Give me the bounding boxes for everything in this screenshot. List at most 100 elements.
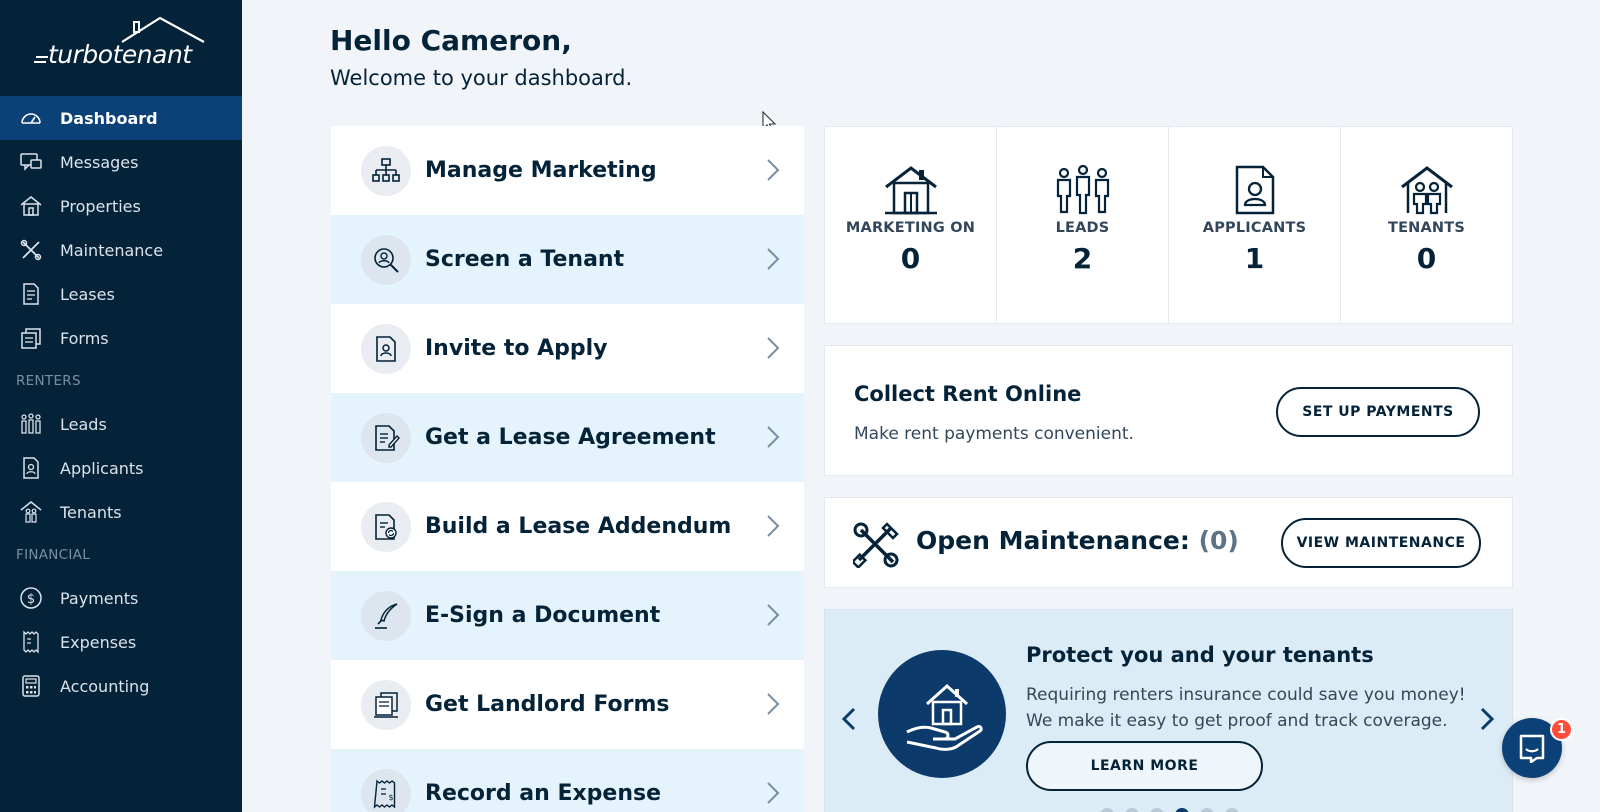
action-label: Manage Marketing bbox=[425, 158, 657, 183]
promo-text-line: We make it easy to get proof and track c… bbox=[1026, 711, 1448, 731]
action-label: Record an Expense bbox=[425, 781, 662, 806]
sidebar-item-label: Expenses bbox=[60, 632, 137, 652]
forms-icon bbox=[18, 325, 44, 351]
stat-applicants[interactable]: APPLICANTS 1 bbox=[1169, 127, 1341, 323]
financial-section-heading: FINANCIAL bbox=[16, 547, 91, 563]
action-get-landlord-forms[interactable]: Get Landlord Forms bbox=[331, 660, 804, 749]
tools-icon bbox=[853, 522, 899, 568]
dashboard-icon bbox=[18, 105, 44, 131]
carousel-dot[interactable] bbox=[1100, 808, 1114, 812]
carousel-dot-active[interactable] bbox=[1175, 808, 1189, 812]
tenants-icon bbox=[18, 499, 44, 525]
sidebar: turbotenant Dashboard Messages Propertie… bbox=[0, 0, 242, 812]
carousel-dots bbox=[1100, 808, 1239, 812]
sidebar-item-label: Maintenance bbox=[60, 240, 164, 260]
sidebar-item-payments[interactable]: $ Payments bbox=[0, 576, 242, 620]
chat-icon bbox=[1519, 734, 1545, 763]
house-icon bbox=[825, 165, 996, 217]
turbotenant-logo[interactable]: turbotenant bbox=[0, 0, 242, 96]
learn-more-button[interactable]: LEARN MORE bbox=[1026, 741, 1263, 791]
applicant-card-icon bbox=[361, 323, 411, 374]
set-up-payments-button[interactable]: SET UP PAYMENTS bbox=[1276, 387, 1480, 437]
leads-icon bbox=[18, 411, 44, 437]
people-icon bbox=[997, 165, 1168, 217]
promo-text-line: Requiring renters insurance could save y… bbox=[1026, 685, 1466, 705]
sidebar-item-label: Dashboard bbox=[60, 108, 158, 128]
action-invite-to-apply[interactable]: Invite to Apply bbox=[331, 304, 804, 393]
collect-rent-title: Collect Rent Online bbox=[854, 382, 1082, 406]
welcome-subtitle: Welcome to your dashboard. bbox=[330, 66, 633, 90]
promo-title: Protect you and your tenants bbox=[1026, 643, 1374, 667]
sidebar-item-forms[interactable]: Forms bbox=[0, 316, 242, 360]
maintenance-icon bbox=[18, 237, 44, 263]
carousel-dot[interactable] bbox=[1225, 808, 1239, 812]
leases-icon bbox=[18, 281, 44, 307]
expenses-icon bbox=[18, 629, 44, 655]
renters-section-heading: RENTERS bbox=[16, 373, 81, 389]
carousel-prev-icon[interactable] bbox=[841, 706, 857, 732]
carousel-dot[interactable] bbox=[1125, 808, 1139, 812]
sidebar-item-messages[interactable]: Messages bbox=[0, 140, 242, 184]
sidebar-item-label: Applicants bbox=[60, 458, 144, 478]
action-label: Get a Lease Agreement bbox=[425, 425, 716, 450]
chevron-right-icon bbox=[767, 604, 780, 626]
sidebar-item-dashboard[interactable]: Dashboard bbox=[0, 96, 242, 140]
action-label: Invite to Apply bbox=[425, 336, 608, 361]
greeting-title: Hello Cameron, bbox=[330, 24, 572, 57]
sidebar-item-properties[interactable]: Properties bbox=[0, 184, 242, 228]
open-maintenance-count: (0) bbox=[1198, 526, 1239, 555]
action-label: Build a Lease Addendum bbox=[425, 514, 732, 539]
chevron-right-icon bbox=[767, 426, 780, 448]
logo-text: turbotenant bbox=[48, 40, 192, 69]
addendum-document-icon bbox=[361, 501, 411, 552]
sidebar-item-applicants[interactable]: Applicants bbox=[0, 446, 242, 490]
view-maintenance-button[interactable]: VIEW MAINTENANCE bbox=[1281, 518, 1481, 568]
quill-pen-icon bbox=[361, 590, 411, 641]
carousel-dot[interactable] bbox=[1200, 808, 1214, 812]
chat-notification-badge: 1 bbox=[1550, 718, 1573, 741]
promo-text: Requiring renters insurance could save y… bbox=[1026, 682, 1466, 734]
open-maintenance-title: Open Maintenance: (0) bbox=[916, 526, 1239, 555]
sidebar-item-leases[interactable]: Leases bbox=[0, 272, 242, 316]
carousel-next-icon[interactable] bbox=[1479, 706, 1495, 732]
action-label: Get Landlord Forms bbox=[425, 692, 670, 717]
renters-insurance-promo: Protect you and your tenants Requiring r… bbox=[824, 609, 1513, 812]
stat-label: APPLICANTS bbox=[1202, 220, 1307, 236]
action-record-expense[interactable]: $ Record an Expense bbox=[331, 749, 804, 812]
action-build-lease-addendum[interactable]: Build a Lease Addendum bbox=[331, 482, 804, 571]
lease-document-icon bbox=[361, 412, 411, 463]
action-get-lease-agreement[interactable]: Get a Lease Agreement bbox=[331, 393, 804, 482]
search-person-icon bbox=[361, 234, 411, 285]
logo-lines-icon bbox=[34, 56, 48, 63]
sidebar-item-label: Leads bbox=[60, 414, 107, 434]
stat-label: TENANTS bbox=[1387, 220, 1466, 236]
action-manage-marketing[interactable]: Manage Marketing bbox=[331, 126, 804, 215]
receipt-icon: $ bbox=[361, 768, 411, 812]
sidebar-item-label: Messages bbox=[60, 152, 139, 172]
chevron-right-icon bbox=[767, 248, 780, 270]
chevron-right-icon bbox=[767, 782, 780, 804]
sidebar-item-label: Accounting bbox=[60, 676, 150, 696]
properties-icon bbox=[18, 193, 44, 219]
applicant-icon bbox=[1169, 165, 1340, 217]
sidebar-item-expenses[interactable]: Expenses bbox=[0, 620, 242, 664]
open-maintenance-label: Open Maintenance: bbox=[916, 526, 1190, 555]
sidebar-item-accounting[interactable]: Accounting bbox=[0, 664, 242, 708]
svg-text:$: $ bbox=[27, 592, 35, 607]
quick-actions-list: Manage Marketing Screen a Tenant Invite … bbox=[331, 126, 804, 812]
svg-text:$: $ bbox=[388, 793, 393, 802]
sidebar-item-tenants[interactable]: Tenants bbox=[0, 490, 242, 534]
action-label: Screen a Tenant bbox=[425, 247, 625, 272]
chevron-right-icon bbox=[767, 515, 780, 537]
stat-leads[interactable]: LEADS 2 bbox=[997, 127, 1169, 323]
sidebar-item-leads[interactable]: Leads bbox=[0, 402, 242, 446]
carousel-dot[interactable] bbox=[1150, 808, 1164, 812]
stat-label: MARKETING ON bbox=[845, 220, 976, 236]
sidebar-item-maintenance[interactable]: Maintenance bbox=[0, 228, 242, 272]
action-esign-document[interactable]: E-Sign a Document bbox=[331, 571, 804, 660]
stat-tenants[interactable]: TENANTS 0 bbox=[1341, 127, 1512, 323]
stat-marketing-on[interactable]: MARKETING ON 0 bbox=[825, 127, 997, 323]
house-in-hand-icon bbox=[878, 650, 1006, 778]
applicants-icon bbox=[18, 455, 44, 481]
action-screen-tenant[interactable]: Screen a Tenant bbox=[331, 215, 804, 304]
